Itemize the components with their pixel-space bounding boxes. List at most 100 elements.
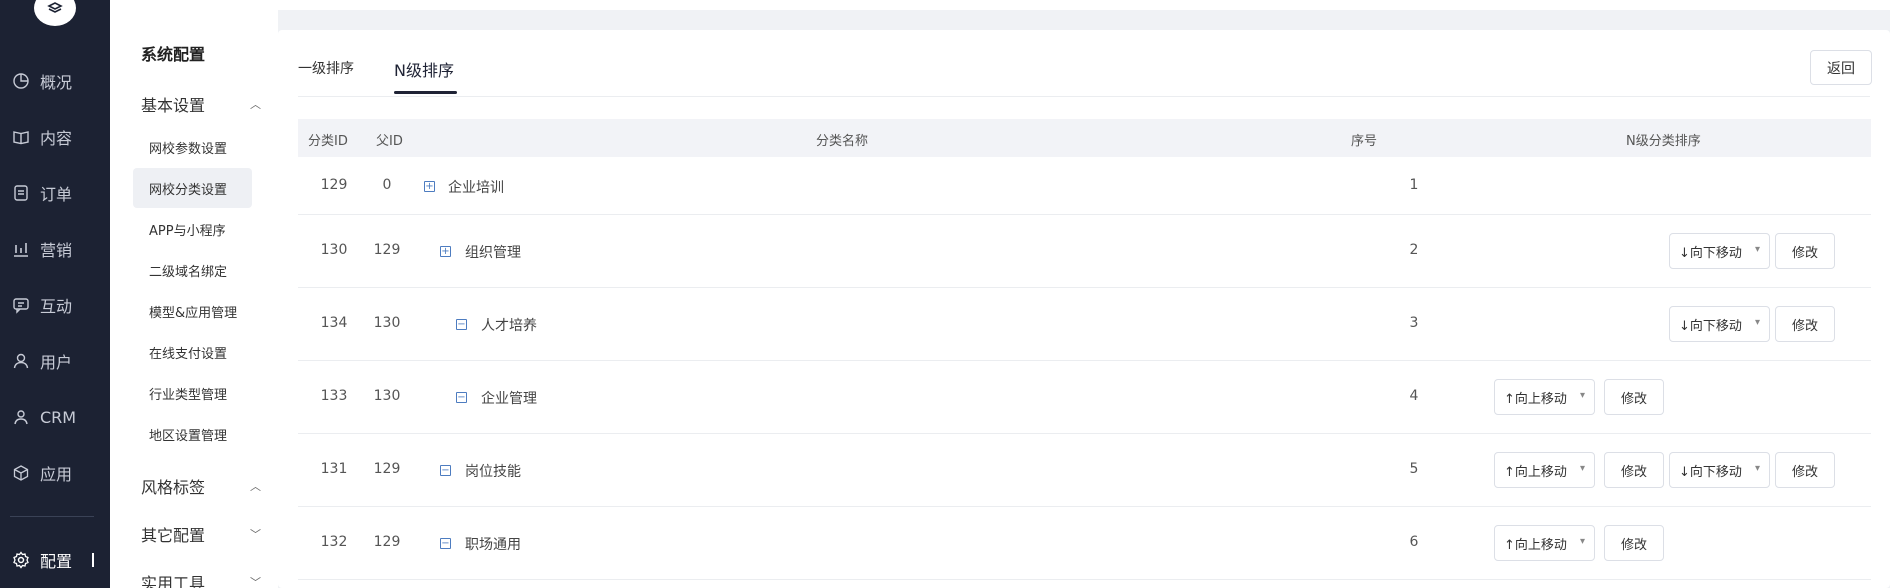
nav-item-orders[interactable]: 订单 bbox=[0, 173, 110, 213]
table-row: 133 130 − 企业管理 4 ↑向上移动 ▾ 修改 bbox=[298, 361, 1871, 434]
document-icon bbox=[14, 185, 28, 201]
category-sort-table: 分类ID 父ID 分类名称 序号 N级分类排序 129 0 + 企业培训 1 1… bbox=[298, 119, 1871, 580]
edit-button[interactable]: 修改 bbox=[1775, 306, 1835, 342]
nav-label: 概况 bbox=[40, 73, 73, 92]
header-parent-id: 父ID bbox=[376, 134, 403, 149]
sidebar-item-industry[interactable]: 行业类型管理 bbox=[133, 373, 252, 413]
category-name: 企业管理 bbox=[481, 391, 537, 407]
edit-button[interactable]: 修改 bbox=[1775, 233, 1835, 269]
group-label: 基本设置 bbox=[141, 96, 206, 115]
move-up-select[interactable]: ↑向上移动 ▾ bbox=[1494, 525, 1595, 561]
move-up-select[interactable]: ↑向上移动 ▾ bbox=[1494, 379, 1595, 415]
book-icon bbox=[13, 131, 29, 145]
category-id: 134 bbox=[320, 315, 348, 331]
group-label: 其它配置 bbox=[141, 526, 206, 545]
sequence-number: 5 bbox=[1409, 461, 1419, 477]
collapse-icon[interactable]: − bbox=[440, 465, 451, 476]
header-sequence: 序号 bbox=[1351, 134, 1378, 149]
nav-item-interaction[interactable]: 互动 bbox=[0, 285, 110, 325]
select-value: ↓向下移动 bbox=[1679, 464, 1742, 480]
table-header: 分类ID 父ID 分类名称 序号 N级分类排序 bbox=[298, 119, 1871, 157]
chevron-down-icon: ▾ bbox=[1579, 463, 1585, 474]
cube-icon bbox=[13, 465, 29, 481]
sidebar-item-params[interactable]: 网校参数设置 bbox=[133, 127, 252, 167]
nav-divider bbox=[10, 516, 94, 517]
sidebar-item-payment[interactable]: 在线支付设置 bbox=[133, 332, 252, 372]
active-indicator bbox=[92, 553, 94, 567]
edit-button[interactable]: 修改 bbox=[1604, 525, 1664, 561]
move-down-select[interactable]: ↓向下移动 ▾ bbox=[1669, 233, 1770, 269]
parent-id: 0 bbox=[382, 177, 392, 193]
layers-logo-icon bbox=[47, 2, 63, 13]
table-row: 131 129 − 岗位技能 5 ↑向上移动 ▾ 修改 ↓向下移动 ▾ 修改 bbox=[298, 434, 1871, 507]
category-name: 企业培训 bbox=[448, 180, 504, 196]
nav-label: CRM bbox=[40, 407, 77, 427]
parent-id: 129 bbox=[373, 242, 401, 258]
collapse-icon[interactable]: − bbox=[456, 392, 467, 403]
nav-item-content[interactable]: 内容 bbox=[0, 117, 110, 157]
sidebar-item-categories[interactable]: 网校分类设置 bbox=[133, 168, 252, 208]
group-tools[interactable]: 实用工具 ﹀ bbox=[141, 570, 261, 588]
sequence-number: 4 bbox=[1409, 388, 1419, 404]
category-name: 岗位技能 bbox=[465, 464, 521, 480]
edit-button[interactable]: 修改 bbox=[1604, 452, 1664, 488]
tab-first-level-sort[interactable]: 一级排序 bbox=[298, 58, 354, 78]
nav-item-overview[interactable]: 概况 bbox=[0, 61, 110, 101]
select-value: ↑向上移动 bbox=[1504, 537, 1567, 553]
select-value: ↓向下移动 bbox=[1679, 318, 1742, 334]
move-down-select[interactable]: ↓向下移动 ▾ bbox=[1669, 306, 1770, 342]
header-n-level-sort: N级分类排序 bbox=[1626, 134, 1701, 149]
nav-item-crm[interactable]: CRM bbox=[0, 397, 110, 437]
chevron-down-icon: ▾ bbox=[1579, 390, 1585, 401]
select-value: ↑向上移动 bbox=[1504, 464, 1567, 480]
edit-button[interactable]: 修改 bbox=[1775, 452, 1835, 488]
expand-icon[interactable]: + bbox=[424, 181, 435, 192]
nav-item-apps[interactable]: 应用 bbox=[0, 453, 110, 493]
sidebar-item-app[interactable]: APP与小程序 bbox=[133, 209, 252, 249]
parent-id: 130 bbox=[373, 388, 401, 404]
nav-item-settings[interactable]: 配置 bbox=[0, 540, 110, 580]
nav-label: 内容 bbox=[40, 129, 73, 148]
category-id: 131 bbox=[320, 461, 348, 477]
group-label: 风格标签 bbox=[141, 478, 206, 497]
move-down-select[interactable]: ↓向下移动 ▾ bbox=[1669, 452, 1770, 488]
tab-n-level-sort[interactable]: N级排序 bbox=[394, 57, 454, 81]
move-up-select[interactable]: ↑向上移动 ▾ bbox=[1494, 452, 1595, 488]
logo[interactable] bbox=[34, 0, 76, 26]
nav-item-users[interactable]: 用户 bbox=[0, 341, 110, 381]
header-category-id: 分类ID bbox=[308, 134, 348, 149]
category-id: 130 bbox=[320, 242, 348, 258]
sequence-number: 6 bbox=[1409, 534, 1419, 550]
group-basic-settings[interactable]: 基本设置 ︿ bbox=[141, 92, 261, 116]
group-other-config[interactable]: 其它配置 ﹀ bbox=[141, 522, 261, 546]
edit-button[interactable]: 修改 bbox=[1604, 379, 1664, 415]
group-style-tags[interactable]: 风格标签 ︿ bbox=[141, 474, 261, 498]
category-id: 133 bbox=[320, 388, 348, 404]
settings-sidebar: 系统配置 基本设置 ︿ 网校参数设置 网校分类设置 APP与小程序 二级域名绑定… bbox=[110, 0, 278, 588]
collapse-icon[interactable]: − bbox=[456, 319, 467, 330]
collapse-icon[interactable]: − bbox=[440, 538, 451, 549]
parent-id: 129 bbox=[373, 461, 401, 477]
sequence-number: 2 bbox=[1409, 242, 1419, 258]
sidebar-item-region[interactable]: 地区设置管理 bbox=[133, 414, 252, 454]
back-button[interactable]: 返回 bbox=[1810, 50, 1872, 85]
nav-item-marketing[interactable]: 营销 bbox=[0, 229, 110, 269]
category-id: 132 bbox=[320, 534, 348, 550]
sidebar-item-models[interactable]: 模型&应用管理 bbox=[133, 291, 252, 331]
category-name: 组织管理 bbox=[465, 245, 521, 261]
bar-chart-icon bbox=[14, 243, 28, 257]
user-icon bbox=[13, 353, 29, 369]
parent-id: 130 bbox=[373, 315, 401, 331]
table-row: 129 0 + 企业培训 1 bbox=[298, 157, 1871, 215]
nav-label: 应用 bbox=[40, 465, 73, 484]
table-row: 134 130 − 人才培养 3 ↓向下移动 ▾ 修改 bbox=[298, 288, 1871, 361]
sidebar-item-domain[interactable]: 二级域名绑定 bbox=[133, 250, 252, 290]
active-tab-underline bbox=[394, 91, 457, 94]
chevron-down-icon: ﹀ bbox=[250, 576, 261, 588]
category-id: 129 bbox=[320, 177, 348, 193]
select-value: ↓向下移动 bbox=[1679, 245, 1742, 261]
chevron-down-icon: ▾ bbox=[1579, 536, 1585, 547]
category-name: 职场通用 bbox=[465, 537, 521, 553]
chevron-down-icon: ▾ bbox=[1754, 463, 1760, 474]
expand-icon[interactable]: + bbox=[440, 246, 451, 257]
